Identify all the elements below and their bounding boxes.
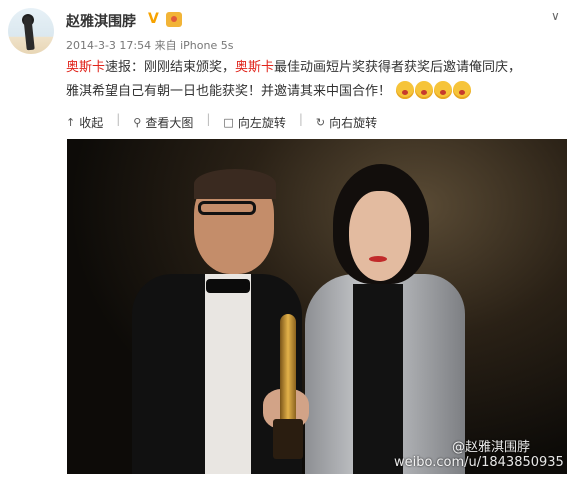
photo-woman-lips bbox=[369, 256, 387, 262]
oscar-base bbox=[273, 419, 303, 459]
hashtag-oscar-1[interactable]: 奥斯卡 bbox=[66, 60, 105, 75]
photo-man-hair bbox=[194, 169, 276, 199]
post-meta: 2014-3-3 17:54 来自 iPhone 5s bbox=[66, 39, 234, 52]
post-text-seg: 最佳动画短片奖获得者获奖后邀请俺同庆， bbox=[274, 60, 522, 75]
rotate-right-label: 向右旋转 bbox=[329, 115, 378, 130]
photo-woman-top bbox=[353, 284, 403, 474]
collapse-button[interactable]: ↑ 收起 bbox=[66, 112, 103, 132]
divider: | bbox=[206, 112, 211, 126]
post-photo[interactable] bbox=[67, 139, 567, 474]
post-text-seg: 雅淇希望自己有朝一日也能获奖！并邀请其来中国合作！ bbox=[66, 84, 392, 99]
shocked-face-icon bbox=[396, 81, 415, 99]
oscar-statuette bbox=[280, 314, 296, 424]
rotate-left-label: 向左旋转 bbox=[237, 115, 286, 130]
photo-glasses bbox=[198, 201, 256, 215]
photo-woman-face bbox=[349, 191, 411, 281]
watermark-url: weibo.com/u/1843850935 bbox=[394, 455, 564, 470]
rotate-icon: ↻ bbox=[315, 115, 326, 129]
avatar[interactable] bbox=[8, 8, 54, 54]
view-large-button[interactable]: ⚲ 查看大图 bbox=[133, 112, 193, 132]
hug-face-icon bbox=[453, 81, 472, 99]
rotate-right-button[interactable]: ↻ 向右旋转 bbox=[316, 112, 377, 132]
image-toolbar: ↑ 收起 | ⚲ 查看大图 | □ 向左旋转 | ↻ 向右旋转 bbox=[66, 112, 390, 132]
photo-bow-tie bbox=[206, 279, 250, 293]
hug-face-icon bbox=[434, 81, 453, 99]
hashtag-oscar-2[interactable]: 奥斯卡 bbox=[235, 60, 274, 75]
username[interactable]: 赵雅淇围脖 bbox=[66, 11, 136, 31]
arrow-up-icon: ↑ bbox=[66, 115, 76, 129]
chevron-down-icon[interactable]: ∨ bbox=[551, 9, 560, 23]
magnifier-icon: ⚲ bbox=[133, 115, 142, 129]
collapse-label: 收起 bbox=[79, 115, 104, 130]
watermark-handle: @赵雅淇围脖 bbox=[452, 440, 531, 455]
shocked-face-icon bbox=[415, 81, 434, 99]
image-icon: □ bbox=[223, 115, 234, 129]
vip-crown-icon bbox=[166, 12, 182, 27]
rotate-left-button[interactable]: □ 向左旋转 bbox=[223, 112, 285, 132]
post-text-seg: 速报：刚刚结束颁奖， bbox=[105, 60, 236, 75]
view-large-label: 查看大图 bbox=[145, 115, 194, 130]
divider: | bbox=[116, 112, 121, 126]
verified-badge-icon: V bbox=[148, 11, 159, 27]
photo-man-shirt bbox=[205, 274, 251, 474]
divider: | bbox=[298, 112, 303, 126]
post-text: 奥斯卡速报：刚刚结束颁奖，奥斯卡最佳动画短片奖获得者获奖后邀请俺同庆， 雅淇希望… bbox=[66, 56, 566, 104]
